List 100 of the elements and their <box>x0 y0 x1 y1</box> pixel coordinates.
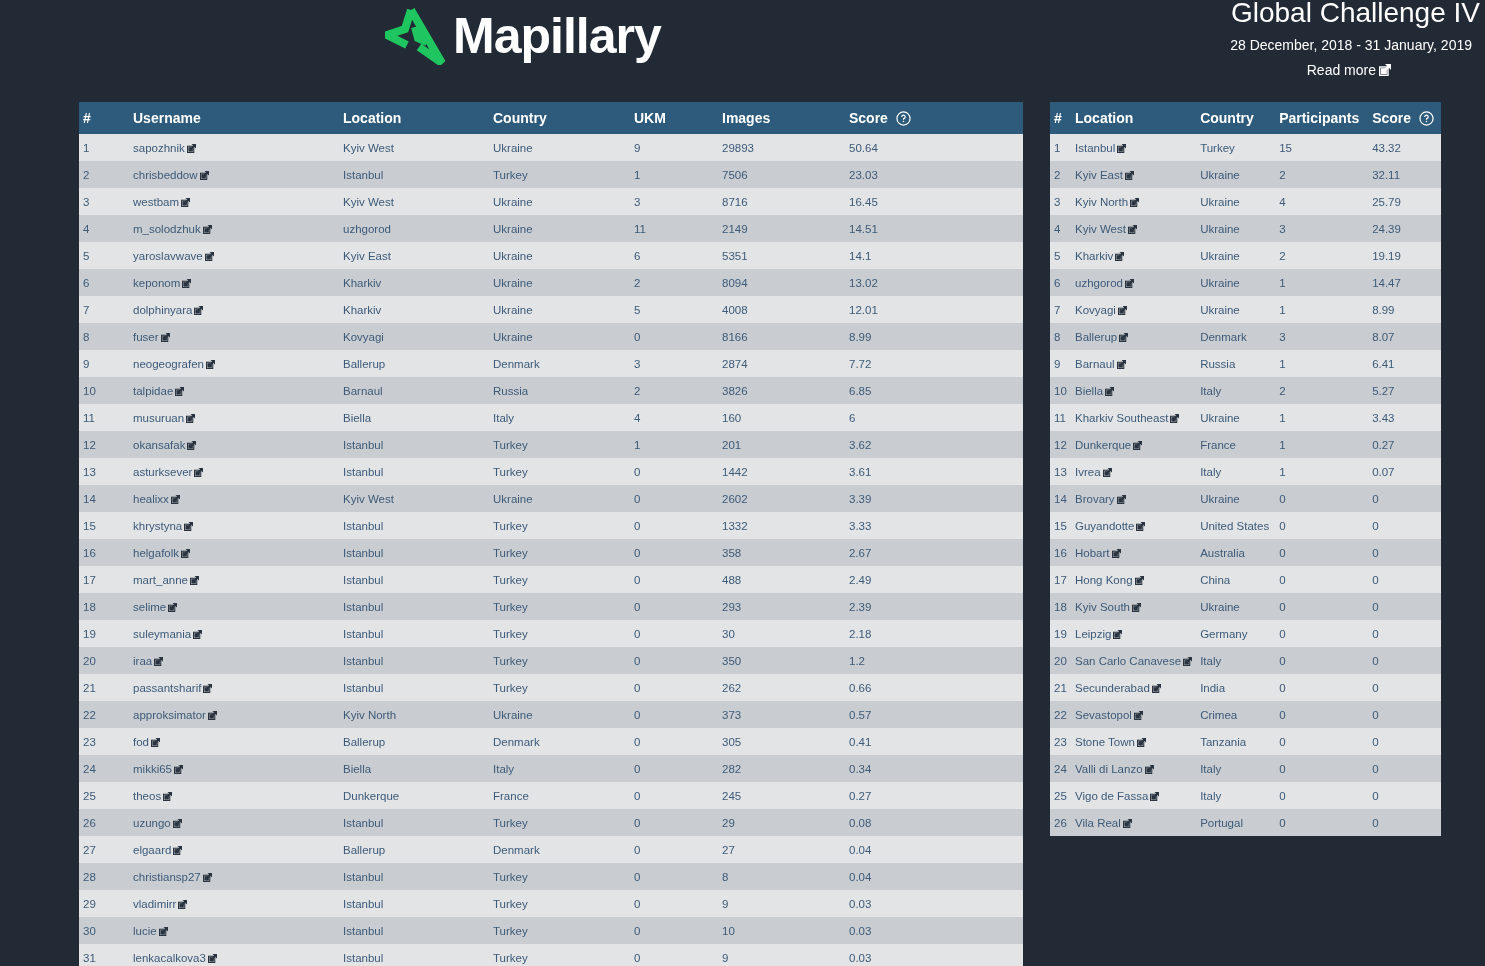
link[interactable]: elgaard <box>133 843 183 856</box>
table-cell: 201 <box>718 431 845 458</box>
table-cell: 0 <box>1275 647 1369 674</box>
table-cell: Ukraine <box>1196 593 1276 620</box>
link[interactable]: chrisbeddow <box>133 168 209 181</box>
link[interactable]: fod <box>133 735 160 748</box>
link[interactable]: Ivrea <box>1075 465 1112 478</box>
table-cell: 23 <box>79 728 129 755</box>
link[interactable]: dolphinyara <box>133 303 204 316</box>
link[interactable]: healixx <box>133 492 180 505</box>
table-cell: Russia <box>489 377 630 404</box>
table-cell: 6 <box>845 404 1023 431</box>
table-cell: Turkey <box>489 161 630 188</box>
table-cell: 0 <box>1275 620 1369 647</box>
link[interactable]: neogeografen <box>133 357 215 370</box>
table-cell: 5 <box>79 242 129 269</box>
table-cell: 2 <box>1050 161 1071 188</box>
link[interactable]: mikki65 <box>133 762 183 775</box>
table-cell: 1 <box>630 431 718 458</box>
table-cell: 5 <box>630 296 718 323</box>
link[interactable]: iraa <box>133 654 164 667</box>
table-cell: 13 <box>1050 458 1071 485</box>
column-header[interactable]: Score <box>1368 102 1442 134</box>
table-cell: 8 <box>79 323 129 350</box>
table-cell: 19 <box>1050 620 1071 647</box>
table-cell: 16.45 <box>845 188 1023 215</box>
table-cell: Italy <box>1196 755 1276 782</box>
column-header[interactable]: # <box>1050 102 1071 134</box>
link[interactable]: Istanbul <box>1075 141 1127 154</box>
table-cell: 2.67 <box>845 539 1023 566</box>
table-cell: 350 <box>718 647 845 674</box>
table-cell: 27 <box>79 836 129 863</box>
table-cell: 10 <box>718 917 845 944</box>
table-cell: 1 <box>79 134 129 161</box>
table-cell: 9 <box>630 134 718 161</box>
table-cell: 2 <box>1275 161 1369 188</box>
table-cell: France <box>489 782 630 809</box>
table-cell: 4008 <box>718 296 845 323</box>
link[interactable]: keponom <box>133 276 192 289</box>
column-header[interactable]: Participants <box>1275 102 1369 134</box>
table-cell: Ukraine <box>489 242 630 269</box>
table-cell: France <box>1196 431 1276 458</box>
link[interactable]: Kovyagi <box>1075 303 1127 316</box>
table-cell: 26 <box>1050 809 1071 836</box>
table-cell: Turkey <box>489 674 630 701</box>
link[interactable]: suleymania <box>133 627 203 640</box>
link[interactable]: passantsharif <box>133 681 213 694</box>
table-cell: Ukraine <box>1196 269 1276 296</box>
link[interactable]: khrystyna <box>133 519 194 532</box>
link[interactable]: Biella <box>1075 384 1115 397</box>
table-cell: 3 <box>630 350 718 377</box>
table-cell: 4 <box>79 215 129 242</box>
table-cell: Istanbul <box>339 539 489 566</box>
column-header[interactable]: Country <box>489 102 630 134</box>
column-header[interactable]: Username <box>129 102 339 134</box>
table-cell: Biella <box>339 404 489 431</box>
column-header[interactable]: Images <box>718 102 845 134</box>
column-header[interactable]: Location <box>1071 102 1197 134</box>
link[interactable]: fuser <box>133 330 170 343</box>
link[interactable]: asturksever <box>133 465 204 478</box>
link[interactable]: musuruan <box>133 411 196 424</box>
table-cell: 358 <box>718 539 845 566</box>
table-cell: 2 <box>1275 377 1369 404</box>
link[interactable]: vladimirr <box>133 897 188 910</box>
link[interactable]: lucie <box>133 924 168 937</box>
link[interactable]: talpidae <box>133 384 185 397</box>
link[interactable]: m_solodzhuk <box>133 222 212 235</box>
link[interactable]: mart_anne <box>133 573 199 586</box>
table-cell: 5 <box>1050 242 1071 269</box>
table-cell: Ukraine <box>489 296 630 323</box>
table-cell: Ukraine <box>1196 215 1276 242</box>
link[interactable]: approksimator <box>133 708 217 721</box>
link[interactable]: Barnaul <box>1075 357 1126 370</box>
read-more-link[interactable]: Read more <box>1306 62 1391 78</box>
table-cell: 0.04 <box>845 863 1023 890</box>
link[interactable]: Brovary <box>1075 492 1126 505</box>
column-header[interactable]: Score <box>845 102 1023 134</box>
table-cell: Kyiv West <box>339 485 489 512</box>
column-header[interactable]: Location <box>339 102 489 134</box>
table-cell: Italy <box>489 755 630 782</box>
link[interactable]: sapozhnik <box>133 141 196 154</box>
link[interactable]: Hobart <box>1075 546 1121 559</box>
link[interactable]: selime <box>133 600 178 613</box>
table-cell: Istanbul <box>339 458 489 485</box>
column-header[interactable]: # <box>79 102 129 134</box>
table-cell: 0 <box>630 323 718 350</box>
link[interactable]: christiansp27 <box>133 870 212 883</box>
column-header[interactable]: UKM <box>630 102 718 134</box>
link[interactable]: helgafolk <box>133 546 191 559</box>
link[interactable]: yaroslavwave <box>133 249 214 262</box>
link[interactable]: okansafak <box>133 438 197 451</box>
link[interactable]: uzungo <box>133 816 182 829</box>
table-cell: Ballerup <box>339 728 489 755</box>
link[interactable]: Kharkiv <box>1075 249 1125 262</box>
column-header[interactable]: Country <box>1196 102 1276 134</box>
link[interactable]: theos <box>133 789 173 802</box>
link[interactable]: westbam <box>133 195 191 208</box>
table-cell: Turkey <box>489 566 630 593</box>
link[interactable]: Leipzig <box>1075 627 1123 640</box>
table-cell: 12.01 <box>845 296 1023 323</box>
